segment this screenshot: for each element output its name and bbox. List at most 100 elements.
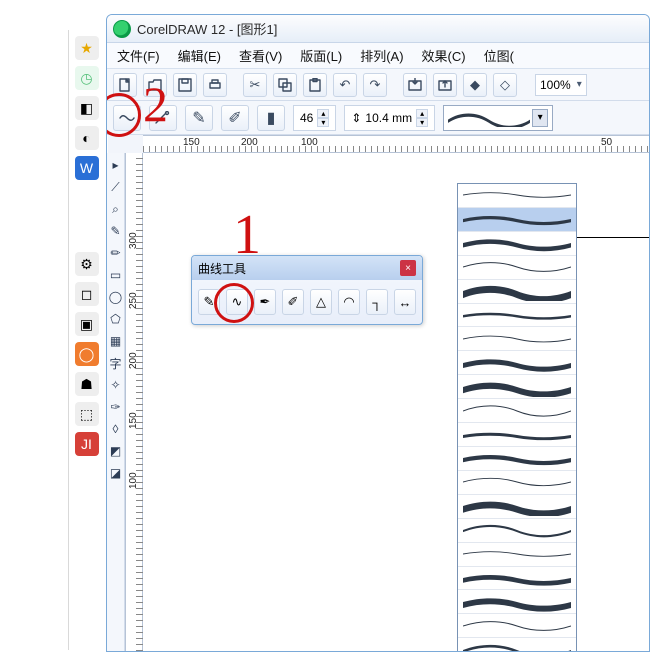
- ruler-label: 50: [601, 137, 612, 148]
- shape-tool-icon[interactable]: ⟋: [108, 177, 124, 197]
- stroke-preset-dropdown[interactable]: [457, 183, 577, 652]
- curve-tools-flyout[interactable]: 曲线工具 × ✎ ∿ ✒ ✐ △ ◠ ┐ ↔: [191, 255, 423, 325]
- import-icon[interactable]: [403, 73, 427, 97]
- brush-mode-icon[interactable]: [149, 105, 177, 131]
- ruler-label: 300: [128, 232, 139, 249]
- menu-view[interactable]: 查看(V): [237, 44, 284, 67]
- zoom-value: 100%: [540, 78, 571, 92]
- close-icon[interactable]: ×: [400, 260, 416, 276]
- curve-tool-icon[interactable]: ✎: [108, 221, 124, 241]
- redo-icon[interactable]: ↷: [363, 73, 387, 97]
- stroke-preset-row[interactable]: [458, 638, 576, 652]
- calligraphic-mode-icon[interactable]: ✐: [221, 105, 249, 131]
- bezier-tool-icon[interactable]: ∿: [226, 289, 248, 315]
- stroke-preset-row[interactable]: [458, 543, 576, 567]
- menu-bitmap[interactable]: 位图(: [482, 44, 516, 67]
- lock-icon: ⇕: [351, 111, 361, 125]
- stroke-preset-row[interactable]: [458, 184, 576, 208]
- copy-icon[interactable]: [273, 73, 297, 97]
- fill-tool-icon[interactable]: ◩: [108, 441, 124, 461]
- app-chip: ◻: [75, 282, 99, 306]
- graph-paper-tool-icon[interactable]: ▦: [108, 331, 124, 351]
- standard-toolbar: ✂ ↶ ↷ ◆ ◇ 100% ▾: [107, 69, 649, 101]
- toolbox: ▸ ⟋ ⌕ ✎ ✏ ▭ ◯ ⬠ ▦ 字 ✧ ✑ ◊ ◩ ◪: [107, 153, 125, 651]
- stroke-preset-row[interactable]: [458, 519, 576, 543]
- interactive-edit-icon[interactable]: ✧: [108, 375, 124, 395]
- spinner[interactable]: ▴▾: [416, 109, 428, 127]
- width-value: 46: [300, 111, 313, 125]
- artistic-media-tool-icon[interactable]: ✒: [254, 289, 276, 315]
- app-launcher-icon[interactable]: ◆: [463, 73, 487, 97]
- stroke-preset-row[interactable]: [458, 399, 576, 423]
- eyedropper-tool-icon[interactable]: ✑: [108, 397, 124, 417]
- stroke-preset-row[interactable]: [458, 208, 576, 232]
- smart-draw-icon[interactable]: ✏: [108, 243, 124, 263]
- drawing-canvas[interactable]: 曲线工具 × ✎ ∿ ✒ ✐ △ ◠ ┐ ↔: [143, 153, 649, 651]
- menu-effects[interactable]: 效果(C): [420, 44, 468, 67]
- star-icon: ★: [75, 36, 99, 60]
- menu-layout[interactable]: 版面(L): [298, 44, 344, 67]
- pressure-mode-icon[interactable]: ▮: [257, 105, 285, 131]
- paste-icon[interactable]: [303, 73, 327, 97]
- open-icon[interactable]: [143, 73, 167, 97]
- menubar[interactable]: 文件(F) 编辑(E) 查看(V) 版面(L) 排列(A) 效果(C) 位图(: [107, 43, 649, 69]
- stroke-preset-row[interactable]: [458, 614, 576, 638]
- corel-online-icon[interactable]: ◇: [493, 73, 517, 97]
- stroke-preset-row[interactable]: [458, 375, 576, 399]
- app-chip: JI: [75, 432, 99, 456]
- stroke-preset-row[interactable]: [458, 471, 576, 495]
- new-icon[interactable]: [113, 73, 137, 97]
- text-tool-icon[interactable]: 字: [108, 353, 124, 373]
- stroke-preset-row[interactable]: [458, 567, 576, 591]
- ellipse-tool-icon[interactable]: ◯: [108, 287, 124, 307]
- export-icon[interactable]: [433, 73, 457, 97]
- stroke-preset-row[interactable]: [458, 304, 576, 328]
- app-chip: ⚙: [75, 252, 99, 276]
- chevron-down-icon[interactable]: ▾: [532, 109, 548, 127]
- spinner[interactable]: ▴▾: [317, 109, 329, 127]
- flyout-title: 曲线工具: [198, 260, 246, 277]
- polygon-tool-icon[interactable]: ⬠: [108, 309, 124, 329]
- property-bar: ✎ ✐ ▮ 46 ▴▾ ⇕ 10.4 mm ▴▾ ▾: [107, 101, 649, 135]
- ruler-horizontal: 200 150 100 50: [143, 135, 649, 153]
- stroke-preset-row[interactable]: [458, 280, 576, 304]
- thickness-field[interactable]: ⇕ 10.4 mm ▴▾: [344, 105, 435, 131]
- menu-file[interactable]: 文件(F): [115, 44, 162, 67]
- preset-mode-icon[interactable]: [113, 105, 141, 131]
- stroke-preset-row[interactable]: [458, 423, 576, 447]
- cut-icon[interactable]: ✂: [243, 73, 267, 97]
- print-icon[interactable]: [203, 73, 227, 97]
- save-icon[interactable]: [173, 73, 197, 97]
- stroke-preset-row[interactable]: [458, 232, 576, 256]
- width-field[interactable]: 46 ▴▾: [293, 105, 336, 131]
- rectangle-tool-icon[interactable]: ▭: [108, 265, 124, 285]
- menu-arrange[interactable]: 排列(A): [358, 44, 405, 67]
- app-chip: ◐: [75, 126, 99, 150]
- ruler-label: 100: [301, 137, 318, 148]
- stroke-preset-row[interactable]: [458, 495, 576, 519]
- undo-icon[interactable]: ↶: [333, 73, 357, 97]
- zoom-combo[interactable]: 100% ▾: [535, 74, 587, 96]
- stroke-preset-row[interactable]: [458, 256, 576, 280]
- zoom-tool-icon[interactable]: ⌕: [108, 199, 124, 219]
- menu-edit[interactable]: 编辑(E): [176, 44, 223, 67]
- stroke-preset-row[interactable]: [458, 447, 576, 471]
- stroke-preset-row[interactable]: [458, 351, 576, 375]
- stroke-preset-row[interactable]: [458, 590, 576, 614]
- dimension-tool-icon[interactable]: ↔: [394, 289, 416, 315]
- ruler-label: 200: [241, 137, 258, 148]
- polyline-tool-icon[interactable]: △: [310, 289, 332, 315]
- connector-tool-icon[interactable]: ┐: [366, 289, 388, 315]
- stroke-preset-combo[interactable]: ▾: [443, 105, 553, 131]
- freehand-tool-icon[interactable]: ✎: [198, 289, 220, 315]
- coreldraw-logo-icon: [113, 20, 131, 38]
- chevron-down-icon: ▾: [577, 79, 582, 90]
- pick-tool-icon[interactable]: ▸: [108, 155, 124, 175]
- interactive-fill-icon[interactable]: ◪: [108, 463, 124, 483]
- sprayer-mode-icon[interactable]: ✎: [185, 105, 213, 131]
- three-point-curve-icon[interactable]: ◠: [338, 289, 360, 315]
- titlebar: CorelDRAW 12 - [图形1]: [107, 15, 649, 43]
- outline-tool-icon[interactable]: ◊: [108, 419, 124, 439]
- stroke-preset-row[interactable]: [458, 327, 576, 351]
- pen-tool-icon[interactable]: ✐: [282, 289, 304, 315]
